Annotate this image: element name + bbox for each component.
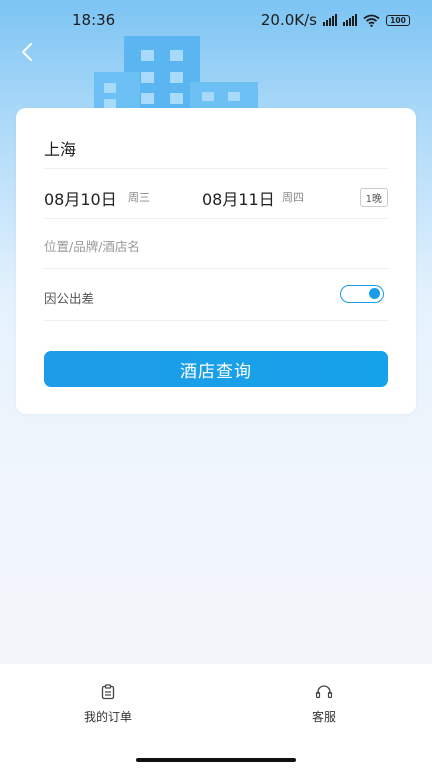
buildings-illustration [94,36,258,112]
home-indicator[interactable] [136,758,296,762]
signal-icon [323,14,337,26]
nav-customer-service-label: 客服 [311,710,336,724]
search-placeholder: 位置/品牌/酒店名 [44,239,140,254]
city-selector[interactable]: 上海 [44,136,388,169]
checkout-weekday: 周四 [282,191,304,204]
nights-badge: 1晚 [359,188,388,207]
clipboard-icon [101,684,115,700]
toggle-knob [369,288,380,299]
business-trip-label: 因公出差 [44,291,95,306]
signal-icon-2 [343,14,357,26]
hotel-search-card: 上海 08月10日 周三 08月11日 周四 1晚 位置/品牌/酒店名 因公出差… [16,108,416,414]
nav-customer-service[interactable]: 客服 [284,684,364,725]
business-trip-row: 因公出差 [44,285,388,321]
checkin-weekday: 周三 [128,191,150,204]
city-name: 上海 [44,140,77,159]
status-indicators: 20.0K/s 100 [261,11,410,29]
nav-my-orders-label: 我的订单 [83,710,132,724]
back-arrow-icon[interactable] [16,40,40,64]
keyword-search-field[interactable]: 位置/品牌/酒店名 [44,236,388,269]
battery-icon: 100 [386,14,410,26]
business-trip-toggle[interactable] [340,285,384,303]
network-speed: 20.0K/s [260,11,317,29]
headset-icon [315,685,333,699]
checkin-date: 08月10日 [44,190,117,209]
wifi-icon [363,14,380,27]
status-time: 18:36 [72,11,116,29]
nav-my-orders[interactable]: 我的订单 [68,684,148,725]
bottom-nav: 我的订单 客服 [0,664,432,768]
status-bar: 18:36 20.0K/s 100 [0,0,432,40]
checkout-date: 08月11日 [202,190,275,209]
date-selector[interactable]: 08月10日 周三 08月11日 周四 1晚 [44,186,388,219]
hotel-query-button[interactable]: 酒店查询 [44,351,388,387]
